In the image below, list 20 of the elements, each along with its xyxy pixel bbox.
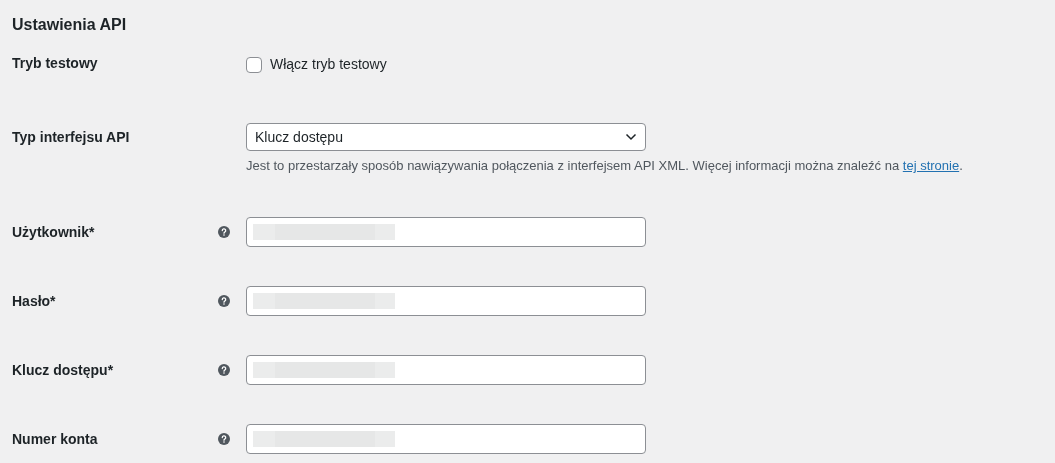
checkbox-label: Włącz tryb testowy — [270, 55, 387, 74]
field-label: Typ interfejsu API — [12, 127, 130, 147]
text-field[interactable] — [246, 217, 646, 247]
checkbox[interactable] — [246, 56, 262, 73]
help-icon[interactable] — [218, 364, 230, 376]
field-label: Użytkownik* — [12, 222, 95, 242]
text-field[interactable] — [246, 424, 646, 454]
help-icon[interactable] — [218, 226, 230, 238]
field-label: Hasło* — [12, 291, 56, 311]
field-description: Jest to przestarzały sposób nawiązywania połączenia z interfejsem API XML. Więcej informacji można znaleźć na tej stronie. — [246, 157, 963, 175]
dropdown[interactable]: Klucz dostępu — [246, 123, 646, 151]
field-label: Klucz dostępu* — [12, 360, 114, 380]
text-field[interactable] — [246, 286, 646, 316]
chevron-down-icon — [625, 133, 637, 141]
help-icon[interactable] — [218, 295, 230, 307]
field-label: Numer konta — [12, 429, 98, 449]
field-label: Tryb testowy — [12, 53, 98, 73]
help-icon[interactable] — [218, 433, 230, 445]
text-field[interactable] — [246, 355, 646, 385]
section-heading: Ustawienia API — [12, 15, 128, 35]
